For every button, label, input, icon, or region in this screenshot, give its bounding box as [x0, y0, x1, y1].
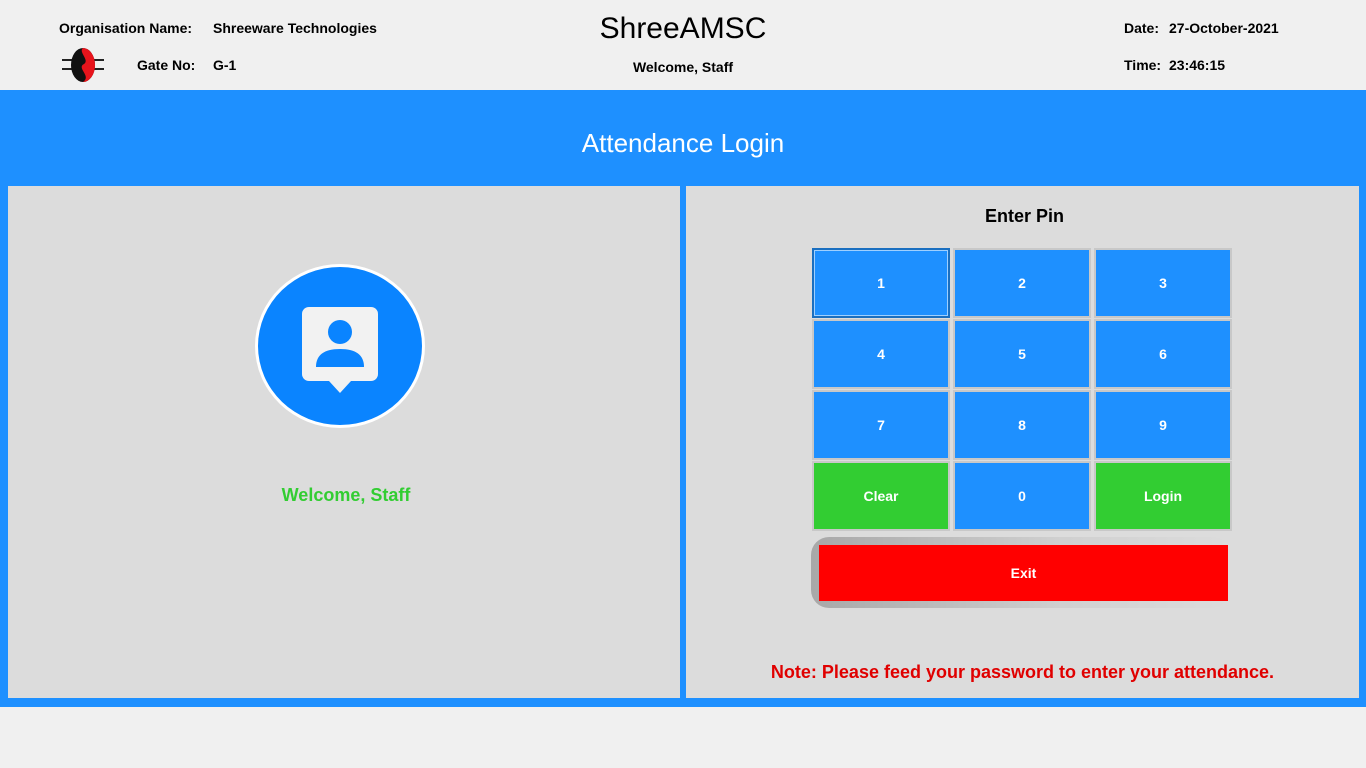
key-3[interactable]: 3: [1094, 248, 1232, 318]
gate-value: G-1: [213, 57, 237, 73]
exit-button[interactable]: Exit: [819, 545, 1228, 601]
left-panel: Welcome, Staff: [8, 186, 680, 698]
key-7[interactable]: 7: [812, 390, 950, 460]
company-logo: [62, 48, 104, 82]
user-badge-icon: [302, 307, 378, 393]
key-2[interactable]: 2: [953, 248, 1091, 318]
key-9[interactable]: 9: [1094, 390, 1232, 460]
login-button[interactable]: Login: [1094, 461, 1232, 531]
org-label: Organisation Name:: [59, 20, 193, 36]
page-title: Attendance Login: [581, 128, 785, 158]
key-0[interactable]: 0: [953, 461, 1091, 531]
time-value: 23:46:15: [1169, 57, 1226, 73]
time-label: Time:: [1124, 57, 1162, 73]
key-6[interactable]: 6: [1094, 319, 1232, 389]
gate-label: Gate No:: [137, 57, 196, 73]
app-title: ShreeAMSC: [599, 12, 767, 45]
key-5[interactable]: 5: [953, 319, 1091, 389]
note-text: Note: Please feed your password to enter…: [770, 662, 1275, 682]
key-4[interactable]: 4: [812, 319, 950, 389]
key-1[interactable]: 1: [812, 248, 950, 318]
date-label: Date:: [1124, 20, 1160, 36]
clear-button[interactable]: Clear: [812, 461, 950, 531]
right-panel: Enter Pin 1 2 3 4 5 6 7 8 9 Clear 0 Login Exit Note…: [686, 186, 1359, 698]
key-8[interactable]: 8: [953, 390, 1091, 460]
date-value: 27-October-2021: [1169, 20, 1279, 36]
header-welcome: Welcome, Staff: [632, 59, 734, 75]
avatar: [255, 264, 425, 428]
enter-pin-heading: Enter Pin: [984, 206, 1064, 226]
welcome-text: Welcome, Staff: [281, 485, 411, 505]
org-value: Shreeware Technologies: [213, 20, 377, 36]
